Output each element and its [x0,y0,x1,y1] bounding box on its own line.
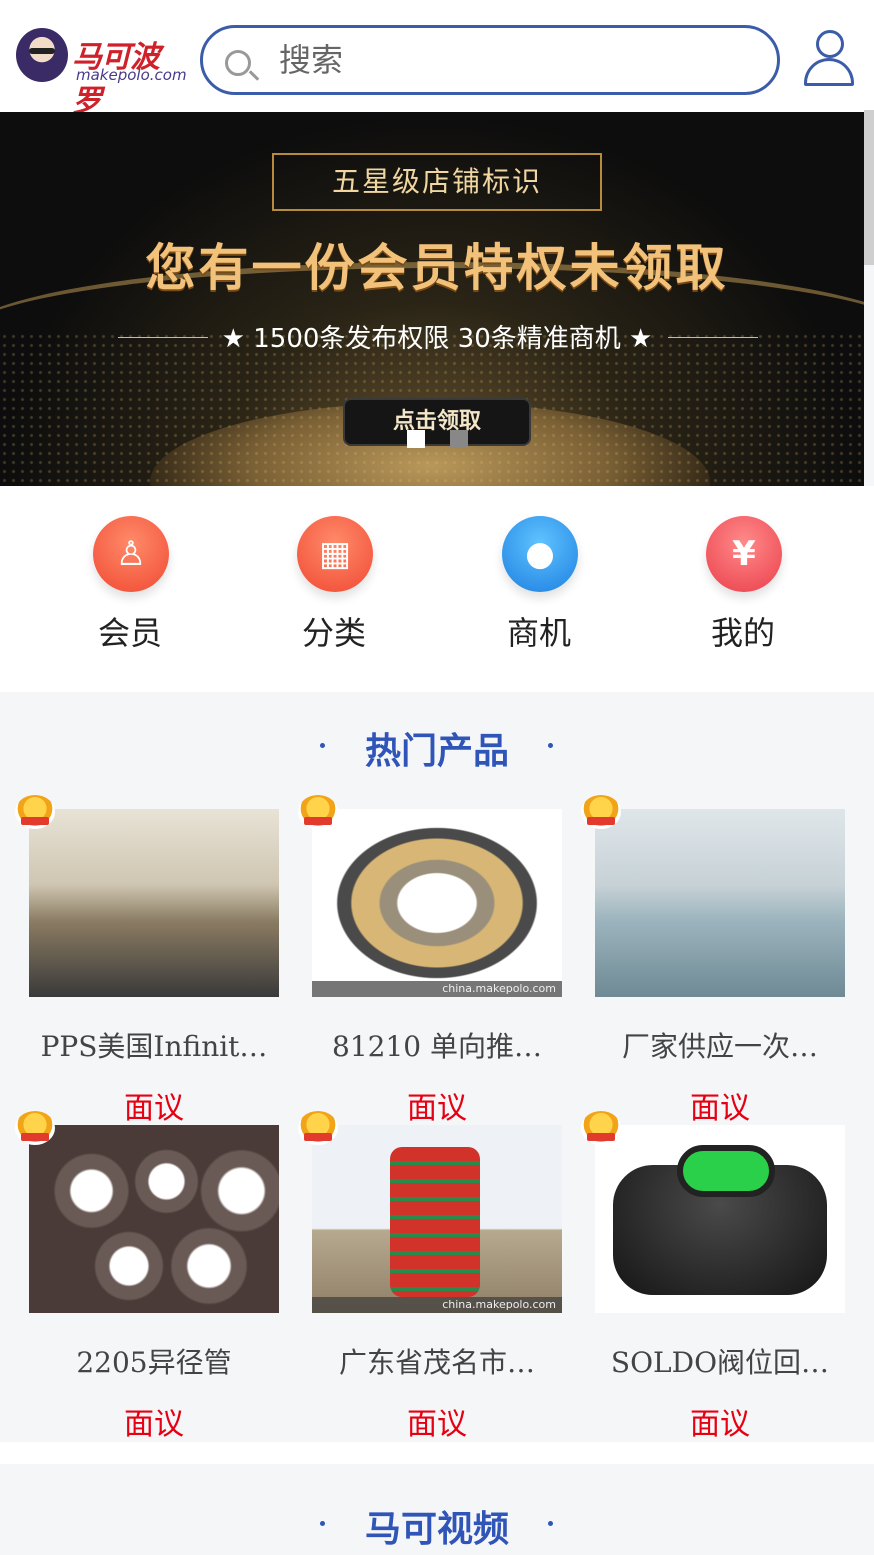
carousel-dot[interactable] [450,430,468,448]
quick-nav-label: 分类 [301,614,366,652]
product-price: 面议 [690,1091,750,1126]
product-name: 2205异径管 [76,1346,232,1379]
user-icon-head [816,30,844,58]
product-name: 81210 单向推… [332,1030,542,1063]
product-price: 面议 [407,1091,467,1126]
product-image [595,809,845,997]
crown-badge-icon [15,1111,55,1145]
product-price: 面议 [124,1407,184,1442]
quick-nav-label: 会员 [97,614,162,652]
product-name: SOLDO阀位回… [610,1346,830,1379]
product-image [29,1125,279,1313]
crown-badge-icon [298,795,338,829]
image-watermark: china.makepolo.com [312,1297,562,1313]
user-icon[interactable] [804,30,854,86]
banner-tag-text: 五星级店铺标识 [331,165,542,198]
product-image: china.makepolo.com [312,809,562,997]
crown-badge-icon [581,1111,621,1145]
product-image [595,1125,845,1313]
search-placeholder: 搜索 [279,41,344,79]
quick-nav: ♙ 会员 ▦ 分类 ● 商机 ¥ 我的 [0,486,874,692]
category-icon: ▦ [297,516,373,592]
hot-products-section: 热门产品 PPS美国Infinit… 面议 china.makepolo.com… [0,692,874,1442]
videos-section: 马可视频 [0,1464,874,1555]
quick-nav-member[interactable]: ♙ 会员 [70,516,190,656]
member-icon: ♙ [93,516,169,592]
title-dot-right [548,1521,553,1526]
makepolo-logo[interactable]: 马可波罗 makepolo.com [16,26,187,119]
product-image: china.makepolo.com [312,1125,562,1313]
quick-nav-label: 商机 [506,614,571,652]
product-card[interactable]: PPS美国Infinit… 面议 [15,795,299,1126]
banner-divider-right [668,337,758,338]
product-card[interactable]: 厂家供应一次… 面议 [581,795,865,1126]
image-watermark: china.makepolo.com [312,981,562,997]
scrollbar[interactable] [864,110,874,265]
wallet-icon: ¥ [706,516,782,592]
logo-text-en: makepolo.com [76,66,187,84]
quick-nav-category[interactable]: ▦ 分类 [274,516,394,656]
section-gap [0,1442,874,1464]
product-name: 厂家供应一次… [621,1030,818,1063]
hot-products-title: 热门产品 [364,731,509,772]
product-name: 广东省茂名市… [338,1346,535,1379]
carousel-dot-active[interactable] [407,430,425,448]
title-dot-right [548,743,553,748]
product-price: 面议 [407,1407,467,1442]
product-card[interactable]: china.makepolo.com 广东省茂名市… 面议 [298,1111,582,1442]
product-price: 面议 [124,1091,184,1126]
crown-badge-icon [581,795,621,829]
product-card[interactable]: 2205异径管 面议 [15,1111,299,1442]
crown-badge-icon [298,1111,338,1145]
user-icon-body [804,58,854,86]
product-card[interactable]: china.makepolo.com 81210 单向推… 面议 [298,795,582,1126]
product-image [29,809,279,997]
videos-title: 马可视频 [364,1509,509,1550]
business-icon: ● [502,516,578,592]
search-input[interactable]: 搜索 [200,25,780,95]
header: 马可波罗 makepolo.com 搜索 [0,0,874,119]
quick-nav-business[interactable]: ● 商机 [479,516,599,656]
product-card[interactable]: SOLDO阀位回… 面议 [581,1111,865,1442]
banner-title: 您有一份会员特权未领取 [145,239,729,297]
search-icon [225,50,251,76]
promo-banner[interactable]: 五星级店铺标识 您有一份会员特权未领取 ★ 1500条发布权限 30条精准商机 … [0,112,864,486]
product-name: PPS美国Infinit… [40,1030,268,1063]
quick-nav-label: 我的 [710,614,775,652]
product-price: 面议 [690,1407,750,1442]
banner-tag: 五星级店铺标识 [272,153,602,211]
claim-button[interactable]: 点击领取 [343,398,531,446]
logo-portrait-icon [16,28,68,82]
quick-nav-mine[interactable]: ¥ 我的 [683,516,803,656]
crown-badge-icon [15,795,55,829]
